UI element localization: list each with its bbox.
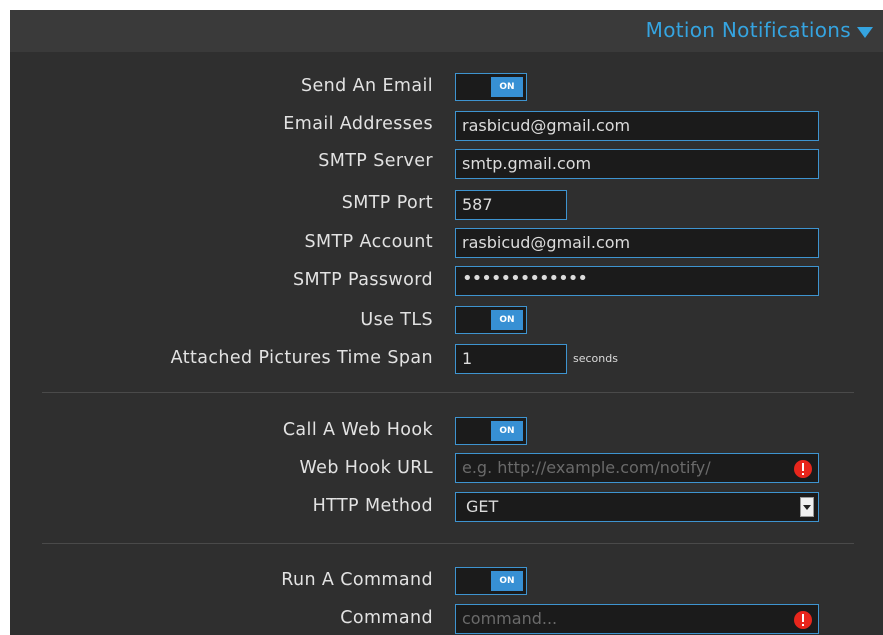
- section-header[interactable]: Motion Notifications: [10, 10, 883, 52]
- smtp-server-label: SMTP Server: [318, 151, 433, 171]
- time-span-unit: seconds: [573, 352, 618, 365]
- web-hook-url-input[interactable]: e.g. http://example.com/notify/: [455, 453, 819, 483]
- web-hook-url-label: Web Hook URL: [299, 458, 433, 478]
- time-span-input[interactable]: 1: [455, 344, 567, 374]
- section-title[interactable]: Motion Notifications: [646, 18, 851, 42]
- section-divider: [42, 543, 854, 544]
- section-divider: [42, 392, 854, 393]
- error-icon: [794, 460, 812, 478]
- smtp-server-input[interactable]: smtp.gmail.com: [455, 149, 819, 179]
- command-label: Command: [340, 608, 433, 628]
- email-addresses-label: Email Addresses: [283, 114, 433, 134]
- call-web-hook-toggle[interactable]: ON: [455, 417, 527, 445]
- http-method-value: GET: [466, 497, 499, 516]
- http-method-select[interactable]: GET: [455, 492, 819, 522]
- chevron-down-icon[interactable]: [857, 27, 873, 38]
- email-addresses-input[interactable]: rasbicud@gmail.com: [455, 111, 819, 141]
- use-tls-toggle[interactable]: ON: [455, 306, 527, 334]
- toggle-on-indicator: ON: [491, 77, 523, 97]
- toggle-on-indicator: ON: [491, 421, 523, 441]
- error-icon: [794, 611, 812, 629]
- command-placeholder: command...: [462, 609, 558, 628]
- http-method-label: HTTP Method: [312, 496, 433, 516]
- smtp-account-input[interactable]: rasbicud@gmail.com: [455, 228, 819, 258]
- smtp-port-label: SMTP Port: [341, 193, 433, 213]
- call-web-hook-label: Call A Web Hook: [282, 420, 433, 440]
- use-tls-label: Use TLS: [360, 310, 433, 330]
- web-hook-url-placeholder: e.g. http://example.com/notify/: [462, 458, 711, 477]
- dropdown-arrow-icon[interactable]: [800, 497, 814, 517]
- toggle-on-indicator: ON: [491, 571, 523, 591]
- smtp-password-input[interactable]: •••••••••••••: [455, 266, 819, 296]
- smtp-account-label: SMTP Account: [304, 232, 433, 252]
- send-email-toggle[interactable]: ON: [455, 73, 527, 101]
- run-command-toggle[interactable]: ON: [455, 567, 527, 595]
- send-email-label: Send An Email: [300, 76, 433, 96]
- run-command-label: Run A Command: [281, 570, 433, 590]
- smtp-port-input[interactable]: 587: [455, 190, 567, 220]
- toggle-on-indicator: ON: [491, 310, 523, 330]
- time-span-label: Attached Pictures Time Span: [170, 348, 433, 368]
- smtp-password-label: SMTP Password: [293, 270, 433, 290]
- settings-panel: Motion Notifications Send An Email ON Em…: [10, 10, 883, 635]
- command-input[interactable]: command...: [455, 604, 819, 634]
